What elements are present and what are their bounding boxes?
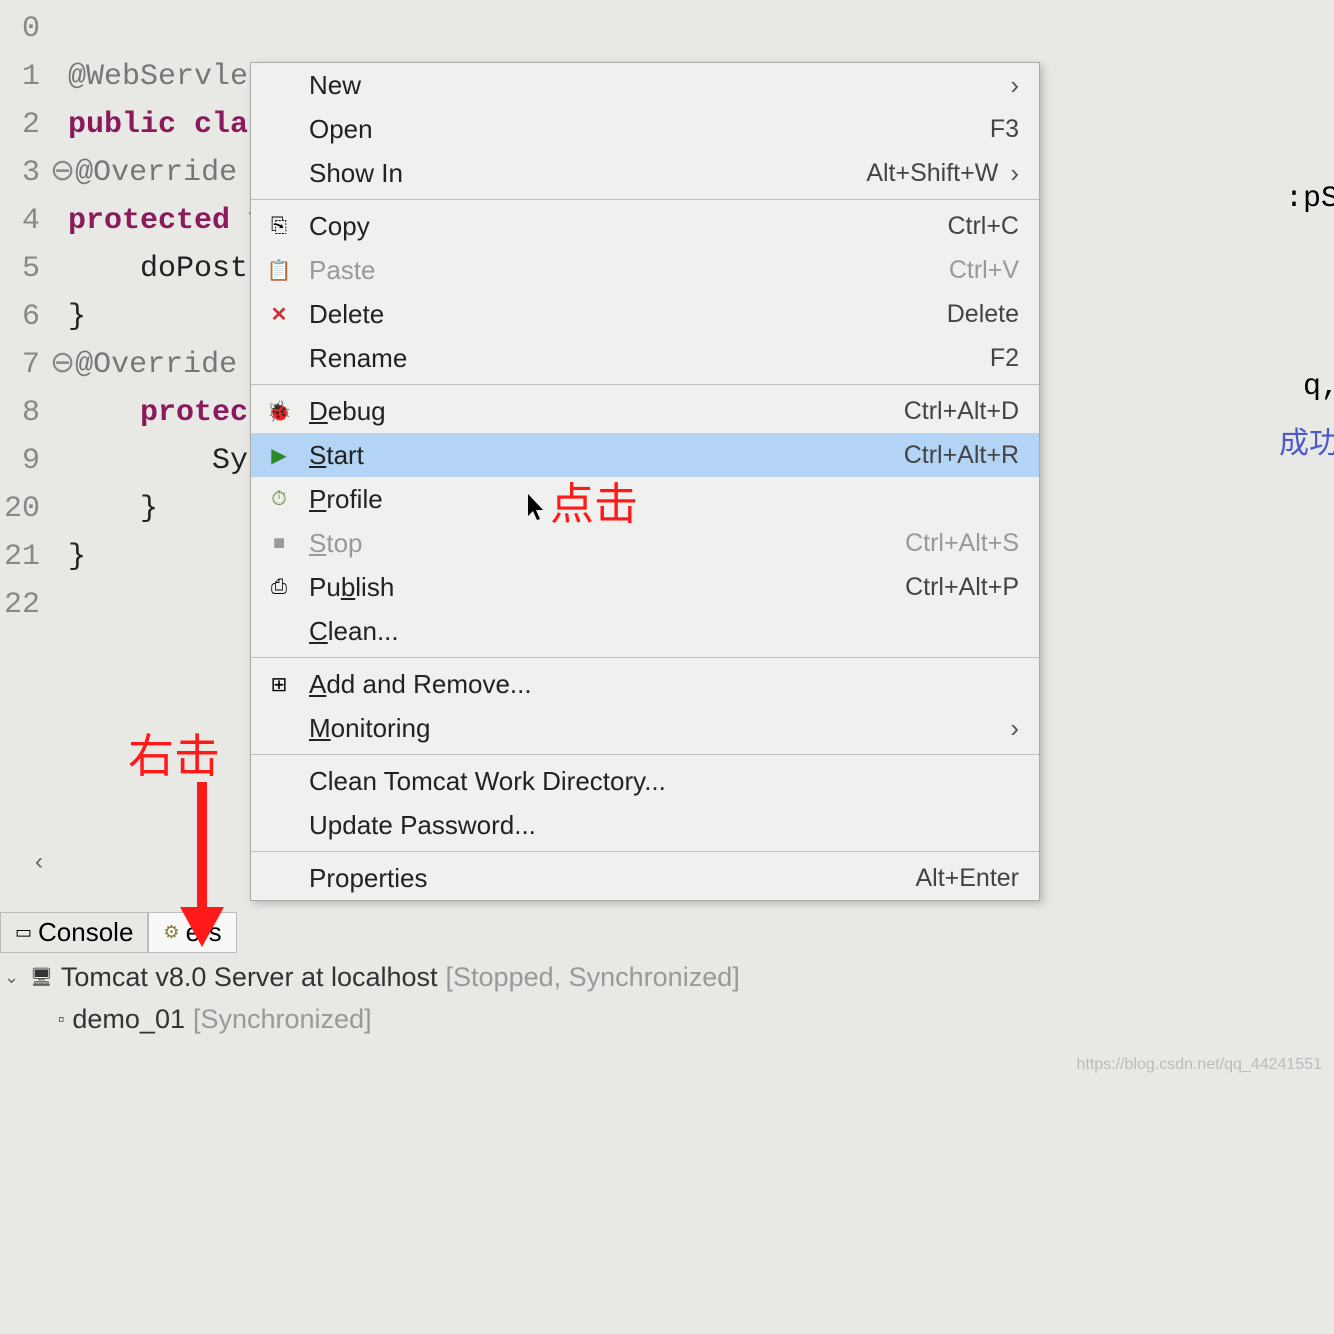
menu-item-open[interactable]: Open F3 — [251, 107, 1039, 151]
server-node-tomcat[interactable]: ⌄ 🖥 Tomcat v8.0 Server at localhost [Sto… — [0, 956, 1334, 998]
menu-item-profile[interactable]: ⏱ Profile — [251, 477, 1039, 521]
watermark: https://blog.csdn.net/qq_44241551 — [1076, 1056, 1322, 1074]
menu-item-paste[interactable]: 📋 Paste Ctrl+V — [251, 248, 1039, 292]
menu-item-debug[interactable]: 🐞 Debug Ctrl+Alt+D — [251, 389, 1039, 433]
context-menu: New › Open F3 Show In Alt+Shift+W › ⎘ Co… — [250, 62, 1040, 901]
menu-item-properties[interactable]: Properties Alt+Enter — [251, 856, 1039, 900]
menu-separator — [251, 199, 1039, 200]
copy-icon: ⎘ — [261, 215, 297, 238]
stop-icon: ■ — [261, 532, 297, 555]
server-icon: 🖥 — [30, 956, 53, 998]
menu-item-new[interactable]: New › — [251, 63, 1039, 107]
paste-icon: 📋 — [261, 258, 297, 283]
chevron-right-icon: › — [1010, 713, 1019, 744]
code-fragment: q, — [1303, 370, 1334, 404]
menu-item-start[interactable]: ▶ Start Ctrl+Alt+R — [251, 433, 1039, 477]
menu-item-update-password[interactable]: Update Password... — [251, 803, 1039, 847]
mouse-cursor-icon — [528, 494, 548, 522]
menu-separator — [251, 384, 1039, 385]
menu-item-copy[interactable]: ⎘ Copy Ctrl+C — [251, 204, 1039, 248]
menu-item-clean[interactable]: Clean... — [251, 609, 1039, 653]
code-fragment: 成功 — [1279, 418, 1334, 463]
server-node-demo[interactable]: ▫ demo_01 [Synchronized] — [0, 998, 1334, 1040]
line-number: 0 — [0, 5, 50, 53]
menu-item-publish[interactable]: ⎙ Publish Ctrl+Alt+P — [251, 565, 1039, 609]
module-icon: ▫ — [58, 998, 64, 1040]
menu-item-add-remove[interactable]: ⊞ Add and Remove... — [251, 662, 1039, 706]
menu-item-delete[interactable]: ✕ Delete Delete — [251, 292, 1039, 336]
publish-icon: ⎙ — [261, 576, 297, 599]
code-fragment: :pS — [1285, 182, 1334, 216]
add-remove-icon: ⊞ — [261, 672, 297, 697]
collapse-icon[interactable]: ⌄ — [4, 956, 22, 998]
delete-icon: ✕ — [261, 302, 297, 327]
menu-item-clean-tomcat[interactable]: Clean Tomcat Work Directory... — [251, 759, 1039, 803]
menu-separator — [251, 754, 1039, 755]
chevron-right-icon: › — [1010, 70, 1019, 101]
menu-item-monitoring[interactable]: Monitoring › — [251, 706, 1039, 750]
annotation-click-label: 点击 — [550, 468, 638, 532]
start-icon: ▶ — [261, 443, 297, 468]
profile-icon: ⏱ — [261, 488, 297, 511]
menu-item-rename[interactable]: Rename F2 — [251, 336, 1039, 380]
menu-item-show-in[interactable]: Show In Alt+Shift+W › — [251, 151, 1039, 195]
servers-tree: ⌄ 🖥 Tomcat v8.0 Server at localhost [Sto… — [0, 956, 1334, 1040]
annotation-rightclick-label: 右击 — [128, 720, 220, 786]
scroll-left-icon[interactable]: ‹ — [35, 848, 43, 876]
debug-icon: 🐞 — [261, 399, 297, 424]
menu-separator — [251, 851, 1039, 852]
chevron-right-icon: › — [1010, 158, 1019, 189]
annotation-arrow-icon — [172, 782, 232, 952]
console-icon: ▭ — [15, 922, 32, 943]
menu-separator — [251, 657, 1039, 658]
menu-item-stop[interactable]: ■ Stop Ctrl+Alt+S — [251, 521, 1039, 565]
tab-console[interactable]: ▭ Console — [0, 912, 148, 953]
